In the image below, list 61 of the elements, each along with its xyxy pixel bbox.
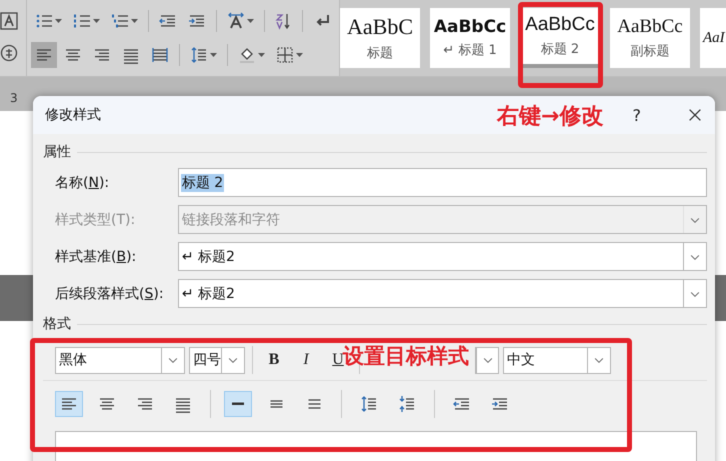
style-tile[interactable]: AaBbCc 标题 2	[520, 8, 600, 68]
line-spacing-icon	[270, 400, 282, 408]
bullet-list-icon	[35, 12, 53, 30]
style-sample: AaI	[703, 30, 725, 46]
close-icon	[687, 107, 703, 123]
distribute-icon	[151, 46, 169, 64]
paint-bucket-icon	[238, 46, 256, 64]
style-sample: AaBbCc	[525, 14, 595, 36]
ruler-number: 3	[10, 91, 18, 105]
field-label: 样式基准(B):	[55, 248, 138, 266]
sort-icon	[274, 12, 292, 30]
dropdown-field[interactable]: ↵ 标题2	[178, 279, 707, 308]
dialog-title: 修改样式	[45, 106, 101, 124]
format-tool-button[interactable]	[55, 391, 83, 417]
language-dropdown[interactable]: 中文	[503, 346, 611, 374]
section-header: 格式	[43, 315, 71, 333]
field-label: 名称(N):	[55, 174, 110, 192]
style-sample: AaBbCc	[434, 17, 506, 37]
dropdown-arrow-icon	[258, 53, 265, 57]
style-tile[interactable]: AaBbC 标题	[340, 8, 420, 68]
annotation-text: 右键→修改	[497, 103, 604, 131]
field-label: 后续段落样式(S):	[55, 284, 165, 302]
dropdown-arrow-icon	[210, 53, 217, 57]
dropdown-arrow-icon	[296, 53, 303, 57]
style-name: ↵ 标题 1	[443, 42, 497, 59]
color-dropdown[interactable]	[475, 346, 499, 374]
numbered-list-icon	[73, 12, 91, 30]
style-tile[interactable]: AaBbCc ↵ 标题 1	[430, 8, 510, 68]
dropdown-arrow-icon	[246, 19, 254, 23]
font-dropdown[interactable]: 黑体	[55, 346, 185, 374]
style-name: 标题	[367, 45, 393, 62]
input-field[interactable]: 标题 2	[178, 168, 707, 197]
dropdown-arrow-icon	[55, 19, 62, 23]
annotation-text: 设置目标样式	[343, 343, 469, 370]
increase-spacing-icon	[360, 395, 378, 413]
text-direction-icon	[226, 12, 244, 30]
dropdown-arrow-icon	[131, 19, 138, 23]
help-button[interactable]: ?	[632, 106, 641, 124]
format-button[interactable]: I	[292, 346, 320, 374]
circled-character-icon	[0, 44, 18, 62]
dropdown-arrow-icon	[93, 19, 100, 23]
format-button[interactable]: B	[260, 346, 288, 374]
decrease-spacing-icon	[398, 395, 416, 413]
style-tile[interactable]: AaI	[700, 8, 726, 68]
double-spacing-icon	[308, 399, 320, 409]
borders-icon	[276, 46, 294, 64]
format-tool-button[interactable]	[224, 391, 252, 417]
single-spacing-icon	[232, 402, 244, 406]
character-border-icon	[0, 12, 18, 30]
toolbar-button[interactable]	[31, 42, 57, 68]
line-spacing-icon	[190, 46, 208, 64]
dropdown-field[interactable]: ↵ 标题2	[178, 242, 707, 271]
field-label: 样式类型(T):	[55, 210, 136, 228]
style-name: 副标题	[630, 43, 670, 60]
section-header: 属性	[43, 143, 71, 161]
style-name: 标题 2	[540, 41, 580, 58]
style-sample: AaBbCc	[617, 16, 683, 38]
style-tile[interactable]: AaBbCc 副标题	[610, 8, 690, 68]
size-dropdown[interactable]: 四号	[189, 346, 245, 374]
multilevel-list-icon	[111, 12, 129, 30]
style-sample: AaBbC	[347, 14, 413, 40]
